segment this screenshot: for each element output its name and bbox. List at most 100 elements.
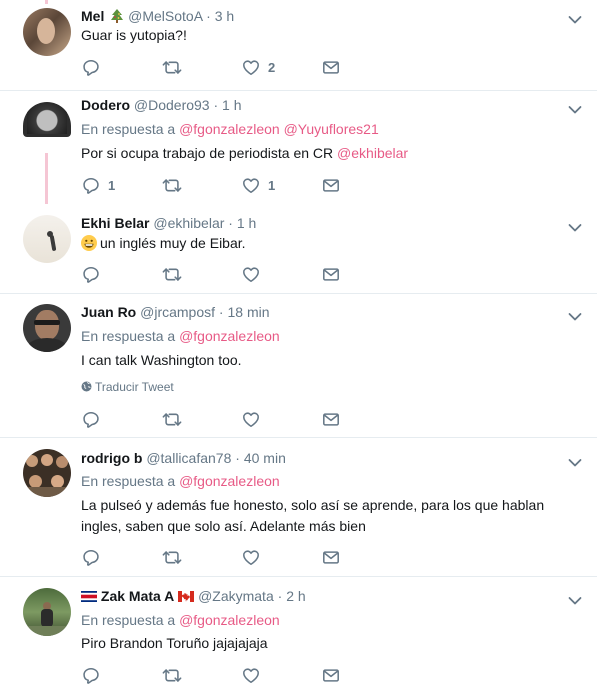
- reply-button[interactable]: [82, 265, 100, 283]
- handle[interactable]: @tallicafan78: [146, 450, 231, 466]
- chevron-down-icon[interactable]: [568, 593, 582, 603]
- avatar[interactable]: [23, 449, 71, 497]
- retweet-icon: [162, 266, 182, 283]
- like-button[interactable]: [242, 666, 260, 684]
- tweet-header: Ekhi Belar @ekhibelar · 1 h: [81, 214, 256, 232]
- mention-link[interactable]: @fgonzalezleon: [179, 473, 280, 489]
- display-name[interactable]: Mel: [81, 8, 104, 24]
- like-button[interactable]: 1: [242, 176, 275, 194]
- tweet-text: La pulseó y además fue honesto, solo así…: [81, 497, 545, 534]
- tweet-text-plain: un inglés muy de Eibar.: [100, 235, 246, 251]
- tweet-text-plain: Por si ocupa trabajo de periodista en CR: [81, 145, 334, 161]
- handle[interactable]: @MelSotoA: [128, 8, 202, 24]
- handle[interactable]: @Dodero93: [134, 97, 210, 113]
- display-name[interactable]: Dodero: [81, 97, 130, 113]
- tweet-text: un inglés muy de Eibar.: [81, 233, 586, 253]
- reply-icon: [82, 59, 100, 76]
- like-button[interactable]: 2: [242, 58, 275, 76]
- chevron-down-icon[interactable]: [568, 102, 582, 112]
- translate-label[interactable]: Traducir Tweet: [95, 380, 174, 394]
- retweet-button[interactable]: [162, 548, 182, 566]
- reply-context: En respuesta a @fgonzalezleon: [81, 611, 280, 629]
- reply-icon: [82, 411, 100, 428]
- reply-button[interactable]: [82, 58, 100, 76]
- direct-message-button[interactable]: [322, 265, 340, 283]
- avatar[interactable]: [23, 102, 71, 137]
- handle[interactable]: @jrcamposf: [140, 304, 215, 320]
- like-button[interactable]: [242, 410, 260, 428]
- chevron-down-icon[interactable]: [568, 455, 582, 465]
- reply-button[interactable]: 1: [82, 176, 115, 194]
- tweet-ekhi-belar[interactable]: Ekhi Belar @ekhibelar · 1 h un inglés mu…: [0, 204, 597, 294]
- display-name[interactable]: Ekhi Belar: [81, 215, 149, 231]
- reply-prefix: En respuesta a: [81, 121, 176, 137]
- retweet-button[interactable]: [162, 666, 182, 684]
- tweet-text: Guar is yutopia?!: [81, 27, 187, 43]
- reply-context: En respuesta a @fgonzalezleon @Yuyuflore…: [81, 120, 379, 138]
- direct-message-button[interactable]: [322, 176, 340, 194]
- separator-dot: ·: [213, 97, 219, 113]
- timestamp[interactable]: 40 min: [244, 450, 286, 466]
- like-button[interactable]: [242, 548, 260, 566]
- display-name[interactable]: rodrigo b: [81, 450, 142, 466]
- tweet-dodero[interactable]: Dodero @Dodero93 · 1 h En respuesta a @f…: [0, 92, 597, 204]
- tweet-header: Juan Ro @jrcamposf · 18 min: [81, 303, 270, 321]
- tweet-header: Mel @MelSotoA · 3 h: [81, 7, 234, 25]
- mention-link[interactable]: @fgonzalezleon: [179, 121, 280, 137]
- avatar[interactable]: [23, 304, 71, 352]
- direct-message-icon: [322, 177, 340, 194]
- thread-line: [45, 153, 48, 204]
- timestamp[interactable]: 1 h: [237, 215, 256, 231]
- avatar[interactable]: [23, 588, 71, 636]
- reply-button[interactable]: [82, 666, 100, 684]
- retweet-button[interactable]: [162, 176, 182, 194]
- reply-context: En respuesta a @fgonzalezleon: [81, 327, 280, 345]
- chevron-down-icon[interactable]: [568, 309, 582, 319]
- timestamp[interactable]: 1 h: [222, 97, 241, 113]
- like-icon: [242, 411, 260, 428]
- reply-button[interactable]: [82, 548, 100, 566]
- tweet-header: rodrigo b @tallicafan78 · 40 min: [81, 449, 286, 467]
- direct-message-icon: [322, 266, 340, 283]
- direct-message-button[interactable]: [322, 666, 340, 684]
- timestamp[interactable]: 2 h: [286, 588, 305, 604]
- retweet-icon: [162, 59, 182, 76]
- direct-message-icon: [322, 549, 340, 566]
- handle[interactable]: @ekhibelar: [153, 215, 224, 231]
- mention-link[interactable]: @fgonzalezleon: [179, 328, 280, 344]
- translate-tweet-link[interactable]: Traducir Tweet: [81, 379, 174, 395]
- avatar[interactable]: [23, 215, 71, 263]
- direct-message-button[interactable]: [322, 548, 340, 566]
- tweet-text: Por si ocupa trabajo de periodista en CR…: [81, 143, 586, 163]
- timestamp[interactable]: 18 min: [227, 304, 269, 320]
- display-name[interactable]: Juan Ro: [81, 304, 136, 320]
- mention-link[interactable]: @fgonzalezleon: [179, 612, 280, 628]
- costa-rica-flag-icon: [81, 588, 97, 602]
- mention-link[interactable]: @ekhibelar: [337, 145, 408, 161]
- display-name[interactable]: Zak Mata A: [101, 588, 174, 604]
- separator-dot: ·: [218, 304, 224, 320]
- retweet-icon: [162, 411, 182, 428]
- mention-link[interactable]: @Yuyuflores21: [284, 121, 379, 137]
- reply-icon: [82, 177, 100, 194]
- handle[interactable]: @Zakymata: [198, 588, 274, 604]
- chevron-down-icon[interactable]: [568, 220, 582, 230]
- retweet-button[interactable]: [162, 265, 182, 283]
- retweet-button[interactable]: [162, 58, 182, 76]
- like-button[interactable]: [242, 265, 260, 283]
- tweet-rodrigo-b[interactable]: rodrigo b @tallicafan78 · 40 min En resp…: [0, 439, 597, 577]
- direct-message-button[interactable]: [322, 58, 340, 76]
- tweet-juan-ro[interactable]: Juan Ro @jrcamposf · 18 min En respuesta…: [0, 295, 597, 438]
- retweet-icon: [162, 177, 182, 194]
- christmas-tree-icon: [110, 8, 124, 23]
- tweet-mel[interactable]: Mel @MelSotoA · 3 h Guar is yutopia?! 2: [0, 0, 597, 91]
- reply-button[interactable]: [82, 410, 100, 428]
- like-count: 1: [268, 177, 276, 193]
- chevron-down-icon[interactable]: [568, 12, 582, 22]
- reply-icon: [82, 667, 100, 684]
- direct-message-button[interactable]: [322, 410, 340, 428]
- retweet-button[interactable]: [162, 410, 182, 428]
- tweet-zak-mata[interactable]: Zak Mata A @Zakymata · 2 h En respuesta …: [0, 578, 597, 691]
- avatar[interactable]: [23, 8, 71, 56]
- timestamp[interactable]: 3 h: [215, 8, 234, 24]
